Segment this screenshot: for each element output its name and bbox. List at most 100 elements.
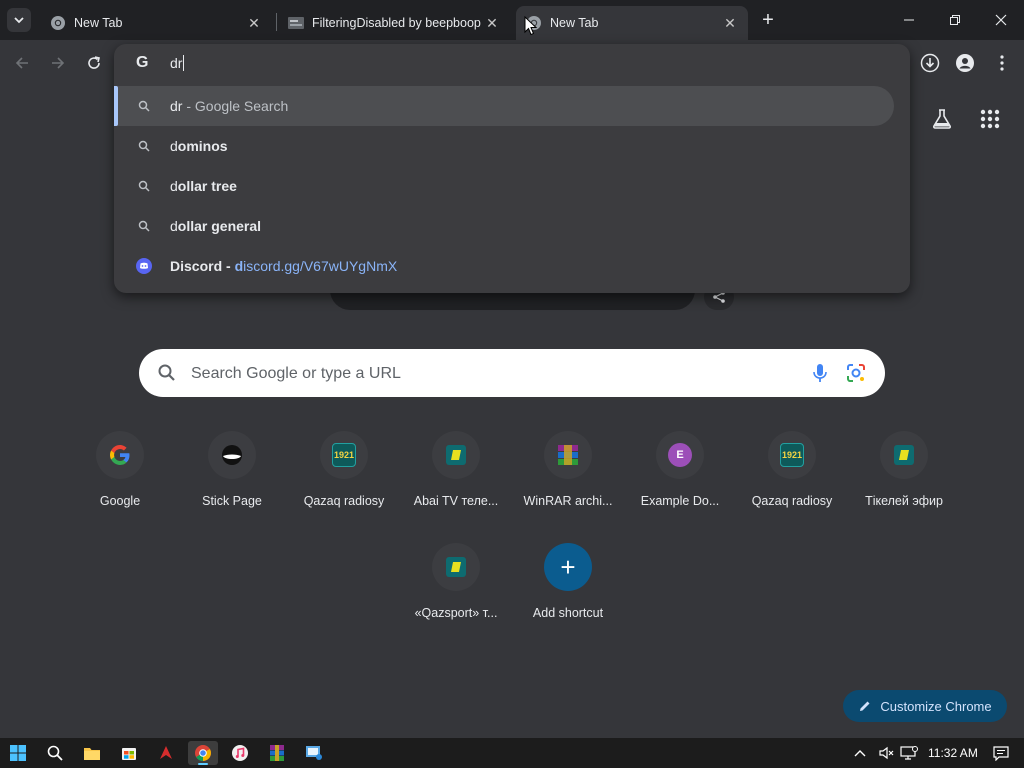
download-button[interactable] xyxy=(917,50,943,76)
plus-icon: + xyxy=(560,552,576,582)
omnibox-popup: G dr dr - Google Search dominos dollar t… xyxy=(114,44,910,293)
pencil-icon xyxy=(860,701,870,711)
menu-button[interactable] xyxy=(989,50,1015,76)
tab-strip: New Tab ✕ FilteringDisabled by beepboop … xyxy=(0,0,1024,40)
minimize-button[interactable] xyxy=(886,0,932,40)
customize-chrome-button[interactable]: Customize Chrome xyxy=(843,690,1007,722)
tab-new-tab-active[interactable]: New Tab ✕ xyxy=(516,6,748,40)
google-g-icon: G xyxy=(136,54,149,71)
suggestion-completion: ollar general xyxy=(177,218,262,234)
add-shortcut-button[interactable]: + Add shortcut xyxy=(512,543,624,655)
shortcut-tile[interactable]: 1921 Qazaq radiosy xyxy=(288,431,400,543)
shortcut-tile[interactable]: Google xyxy=(64,431,176,543)
shortcut-icon-circle xyxy=(880,431,928,479)
shortcut-tile[interactable]: WinRAR archi... xyxy=(512,431,624,543)
close-icon[interactable]: ✕ xyxy=(246,15,262,31)
suggestion-google-search[interactable]: dr - Google Search xyxy=(114,86,894,126)
folder-icon xyxy=(84,748,100,760)
close-icon[interactable]: ✕ xyxy=(484,15,500,31)
shortcut-tile[interactable]: E Example Do... xyxy=(624,431,736,543)
suggestion-text: dollar general xyxy=(170,218,261,234)
microsoft-store-button[interactable] xyxy=(114,741,144,765)
shortcut-icon-circle: 1921 xyxy=(320,431,368,479)
page-thumbnail-icon xyxy=(288,17,304,29)
discord-icon xyxy=(136,258,152,274)
shortcut-tile[interactable]: 1921 Qazaq radiosy xyxy=(736,431,848,543)
winrar-icon xyxy=(558,445,578,465)
suggestion-completion: ollar tree xyxy=(177,178,237,194)
shortcut-tile[interactable]: «Qazsport» т... xyxy=(400,543,512,655)
profile-button[interactable] xyxy=(952,50,978,76)
chrome-icon xyxy=(51,16,65,30)
clock[interactable]: 11:32 AM xyxy=(928,744,978,762)
voice-search-icon[interactable] xyxy=(809,362,831,384)
notification-icon xyxy=(993,746,1009,761)
back-arrow-icon xyxy=(15,57,28,69)
tab-title: FilteringDisabled by beepboop xyxy=(312,16,481,30)
search-icon xyxy=(47,745,63,761)
back-button[interactable] xyxy=(10,51,34,75)
app-window-button[interactable] xyxy=(299,741,329,765)
shortcut-tile[interactable]: Тікелей эфир xyxy=(848,431,960,543)
suggestion-discord[interactable]: Discord - discord.gg/V67wUYgNmX xyxy=(114,246,894,286)
tab-search-button[interactable] xyxy=(7,8,31,32)
volume-muted-button[interactable] xyxy=(878,744,894,762)
winrar-icon xyxy=(270,745,284,761)
notifications-button[interactable] xyxy=(993,744,1009,762)
suggestion-dollar-tree[interactable]: dollar tree xyxy=(114,166,894,206)
tab-new-tab-1[interactable]: New Tab ✕ xyxy=(40,6,272,40)
ntp-search-box[interactable]: Search Google or type a URL xyxy=(139,349,885,397)
stick-page-icon xyxy=(222,445,242,465)
close-window-button[interactable] xyxy=(978,0,1024,40)
close-icon[interactable]: ✕ xyxy=(722,15,738,31)
suggestion-query: dr xyxy=(170,98,183,114)
suggestion-url: discord.gg/V67wUYgNmX xyxy=(235,258,398,274)
file-explorer-button[interactable] xyxy=(77,741,107,765)
forward-arrow-icon xyxy=(52,57,65,69)
new-tab-button[interactable]: + xyxy=(756,8,780,32)
app-red-icon-button[interactable] xyxy=(151,741,181,765)
suggestion-dollar-general[interactable]: dollar general xyxy=(114,206,894,246)
suggestion-completion: ominos xyxy=(177,138,228,154)
shortcut-icon-circle: E xyxy=(656,431,704,479)
reload-button[interactable] xyxy=(82,51,106,75)
shortcut-icon-circle xyxy=(432,431,480,479)
start-button[interactable] xyxy=(3,741,33,765)
suggestion-url-rest: iscord.gg/V67wUYgNmX xyxy=(243,258,398,274)
shortcut-icon-circle xyxy=(96,431,144,479)
tab-filtering-disabled[interactable]: FilteringDisabled by beepboop ✕ xyxy=(278,6,510,40)
omnibox-text[interactable]: dr xyxy=(170,55,185,71)
suggestion-dominos[interactable]: dominos xyxy=(114,126,894,166)
store-icon xyxy=(122,748,136,760)
shortcut-icon-circle xyxy=(544,431,592,479)
shortcut-label: Google xyxy=(99,494,141,508)
restore-button[interactable] xyxy=(932,0,978,40)
omnibox-input[interactable]: G dr xyxy=(114,44,910,82)
forward-button[interactable] xyxy=(46,51,70,75)
search-icon xyxy=(136,178,152,194)
shortcut-icon-circle: + xyxy=(544,543,592,591)
taskbar-search-button[interactable] xyxy=(40,741,70,765)
letter-e-icon: E xyxy=(668,443,692,467)
search-icon xyxy=(136,218,152,234)
suggestion-text: dollar tree xyxy=(170,178,237,194)
labs-flask-icon[interactable] xyxy=(930,107,954,131)
show-hidden-icons-button[interactable] xyxy=(854,744,866,762)
google-lens-icon[interactable] xyxy=(845,362,867,384)
itunes-button[interactable] xyxy=(225,741,255,765)
shortcut-label: Stick Page xyxy=(202,494,262,508)
shortcut-tile[interactable]: Stick Page xyxy=(176,431,288,543)
shortcut-tile[interactable]: Abai TV теле... xyxy=(400,431,512,543)
apps-grid-icon[interactable] xyxy=(978,107,1002,131)
search-icon xyxy=(136,98,152,114)
chrome-taskbar-button[interactable] xyxy=(188,741,218,765)
speaker-muted-icon xyxy=(879,746,894,760)
qazaq-radio-icon: 1921 xyxy=(332,443,356,467)
network-button[interactable] xyxy=(900,744,918,762)
app-window-icon xyxy=(306,746,322,760)
chevron-up-icon xyxy=(854,750,866,757)
suggestion-text: Discord - discord.gg/V67wUYgNmX xyxy=(170,258,397,274)
winrar-taskbar-button[interactable] xyxy=(262,741,292,765)
text-caret xyxy=(183,55,185,71)
suggestion-match: d xyxy=(170,218,178,234)
